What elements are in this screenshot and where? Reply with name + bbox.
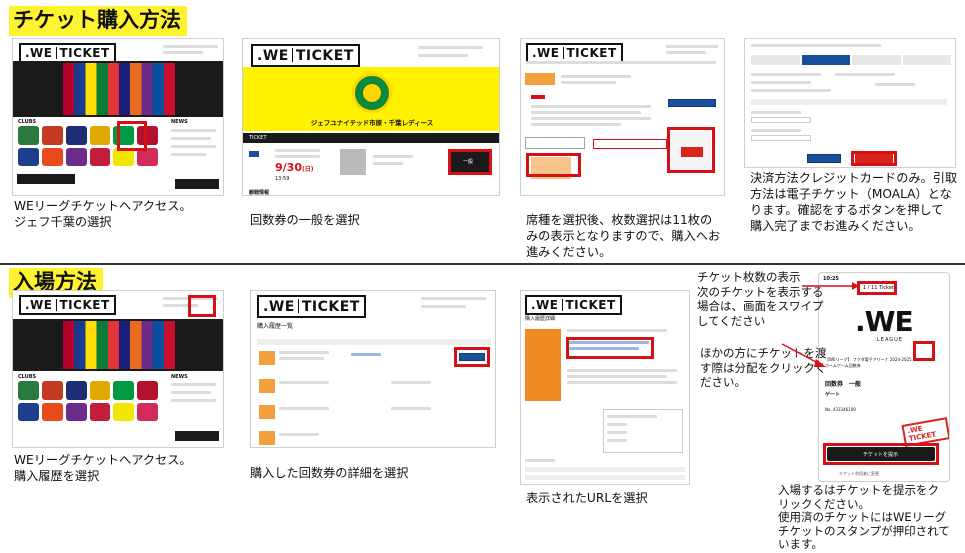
weticket-logo: .WE TICKET [251, 44, 360, 67]
purchase-history-highlight[interactable] [188, 295, 216, 317]
club-name: ジェフユナイテッド市原・千葉レディース [310, 119, 434, 127]
ticket-tab-label: TICKET [249, 135, 267, 141]
annotation-ticket-count: チケット枚数の表示 次のチケットを表示する 場合は、画面をスワイプ してください [697, 270, 824, 328]
weticket-logo: .WE TICKET [19, 295, 116, 315]
weticket-logo: .WE TICKET [19, 43, 116, 63]
purchase-section-title: チケット購入方法 [9, 6, 187, 36]
screenshot-history-access: .WE TICKET CLUBS NEWS [12, 290, 224, 448]
we-league-logo: .WE [855, 305, 914, 338]
caption-entry1: WEリーグチケットへアクセス。 購入履歴を選択 [14, 453, 192, 483]
player-photos [63, 63, 175, 115]
news-heading: NEWS [171, 374, 188, 380]
ticket-url-highlight[interactable] [566, 337, 654, 359]
phone-ticket-number: No. 433346109 [825, 407, 856, 412]
weticket-logo: .WE TICKET [257, 295, 366, 318]
news-heading: NEWS [171, 119, 188, 125]
phone-event-name: 【WEリーグ】 フクダ電子アリーナ 2024-2025 ホームゲーム回数券 [825, 357, 912, 368]
club-emblem-grid [18, 381, 158, 421]
purchase-button-highlight[interactable] [667, 127, 715, 173]
ticket-count-highlight [857, 281, 897, 295]
jef-chiba-highlight[interactable] [117, 121, 147, 151]
caption-step1: WEリーグチケットへアクセス。 ジェフ千葉の選択 [14, 199, 192, 229]
screenshot-seat-select: .WE TICKET [520, 38, 725, 196]
screenshot-club-select: .WE TICKET CLUBS NEWS [12, 38, 224, 196]
phone-ticket-kind: 回数券 一般 [825, 381, 862, 388]
event-date: 9/30(日) [275, 161, 314, 174]
arrow-distribute-icon [781, 343, 826, 367]
screenshot-ticket-detail: .WE TICKET ジェフユナイテッド市原・千葉レディース TICKET 9/3… [242, 38, 500, 196]
caption-entry3: 表示されたURLを選択 [526, 491, 648, 505]
clubs-heading: CLUBS [18, 374, 37, 380]
section-divider [0, 263, 965, 265]
player-photos [63, 321, 175, 369]
screenshot-history-detail: .WE TICKET 購入履歴詳細 [520, 290, 690, 485]
league-wordmark: LEAGUE [877, 337, 903, 343]
general-seat-highlight[interactable] [448, 149, 492, 175]
info-heading: 観戦情報 [249, 190, 270, 196]
history-list-title: 購入履歴一覧 [257, 323, 294, 330]
caption-step2: 回数券の一般を選択 [250, 213, 360, 227]
distribute-highlight[interactable] [913, 341, 935, 361]
event-time: 13:59 [275, 176, 290, 182]
clubs-heading: CLUBS [18, 119, 37, 125]
seat-thumbnail [340, 149, 366, 175]
jef-emblem-icon [352, 73, 392, 113]
confirm-button-highlight[interactable] [851, 151, 897, 166]
seat-type-highlight[interactable] [526, 153, 581, 177]
history-detail-title: 購入履歴詳細 [525, 316, 556, 322]
screenshot-history-list: .WE TICKET 購入履歴一覧 [250, 290, 496, 448]
phone-gate: ゲート [825, 392, 841, 398]
annotation-present-ticket: 入場するはチケットを提示をク リックください。 使用済のチケットにはWEリーグ … [778, 483, 950, 551]
present-ticket-highlight[interactable] [823, 443, 939, 465]
screenshot-payment [744, 38, 956, 168]
ticket-detail-highlight[interactable] [454, 347, 490, 367]
caption-step3: 席種を選択後、枚数選択は11枚の みの表示となりますので、購入へお 進みください… [526, 213, 721, 259]
arrow-ticket-count-icon [802, 282, 859, 290]
screenshot-mobile-ticket: 10:25 1 / 11 Tickets .WE LEAGUE 【WEリーグ】 … [818, 272, 950, 482]
checkout-steps [751, 55, 951, 65]
caption-step4: 決済方法クレジットカードのみ。引取 方法は電子チケット（MOALA）とな ります… [750, 171, 958, 233]
weticket-logo: .WE TICKET [525, 295, 622, 315]
club-banner: ジェフユナイテッド市原・千葉レディース [243, 67, 499, 131]
caption-entry2: 購入した回数券の詳細を選択 [250, 466, 409, 480]
weticket-logo: .WE TICKET [526, 43, 623, 63]
phone-change-user: チケット利用者に変更 [839, 471, 879, 476]
